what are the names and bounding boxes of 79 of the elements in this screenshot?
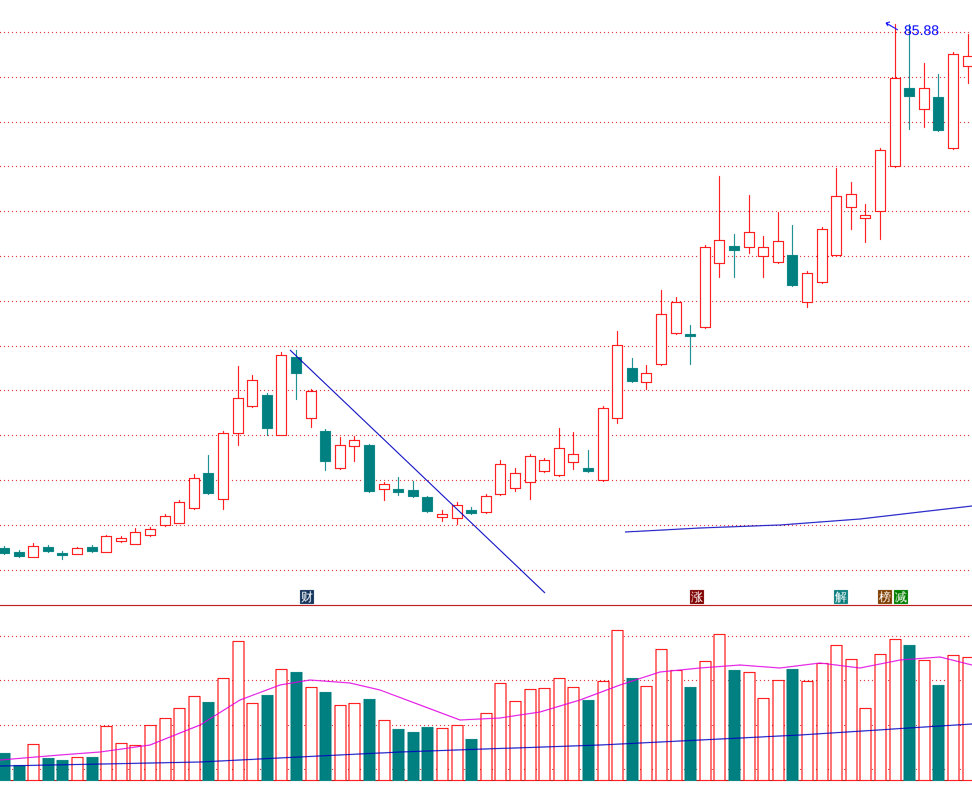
volume-bar	[0, 753, 10, 781]
candlestick	[641, 364, 652, 390]
volume-bar	[436, 728, 448, 781]
candlestick	[671, 296, 682, 336]
volume-bar	[466, 739, 478, 781]
volume-bar	[160, 718, 172, 781]
candlestick	[72, 546, 83, 556]
candlestick	[130, 528, 141, 546]
candlestick	[627, 358, 638, 384]
volume-bar	[452, 725, 464, 781]
volume-bar	[378, 720, 390, 781]
candlestick	[364, 444, 375, 494]
volume-bar	[100, 726, 112, 781]
candlestick	[87, 544, 98, 554]
candlestick	[203, 454, 214, 496]
candlestick	[160, 514, 171, 528]
volume-bar	[422, 727, 434, 781]
candlestick	[0, 546, 10, 556]
candlestick	[349, 436, 360, 462]
event-marker[interactable]: 减	[894, 590, 908, 604]
volume-bar	[28, 744, 40, 781]
volume-bar	[72, 757, 84, 781]
candlestick	[466, 506, 477, 516]
volume-bar	[14, 765, 26, 781]
candlestick	[510, 468, 521, 492]
event-marker[interactable]: 解	[834, 590, 848, 604]
candlestick	[729, 234, 740, 278]
candlestick	[437, 510, 448, 522]
candlestick	[306, 388, 317, 428]
candlestick	[495, 460, 506, 496]
candlestick	[554, 428, 565, 478]
candlestick	[14, 550, 25, 558]
candlestick	[860, 204, 871, 244]
candlestick	[817, 226, 828, 284]
candlestick	[43, 544, 54, 554]
candlestick	[583, 450, 594, 474]
candlestick	[335, 436, 346, 470]
volume-bar	[86, 757, 98, 781]
candlestick	[28, 542, 39, 558]
candlestick	[568, 432, 579, 470]
volume-bar	[42, 758, 54, 781]
event-marker[interactable]: 财	[300, 590, 314, 604]
candlestick	[320, 428, 331, 472]
candlestick	[744, 194, 755, 254]
candlestick	[174, 500, 185, 524]
candlestick	[773, 212, 784, 264]
candlestick	[189, 474, 200, 510]
candlestick	[291, 350, 302, 400]
candlestick	[525, 454, 536, 500]
candlestick	[919, 62, 930, 128]
volume-bar	[130, 745, 142, 781]
candlestick	[422, 496, 433, 514]
candlestick	[145, 526, 156, 538]
candlestick	[481, 494, 492, 514]
pointer-arrow-icon	[886, 22, 898, 30]
candlestick	[116, 536, 127, 544]
volume-bar	[392, 729, 404, 781]
candlestick	[101, 534, 112, 554]
candlestick	[787, 224, 798, 288]
candlestick	[933, 74, 944, 132]
candlestick	[758, 236, 769, 278]
event-marker[interactable]: 榜	[878, 590, 892, 604]
volume-bar	[56, 760, 68, 781]
candlestick	[247, 374, 258, 408]
candlestick	[262, 392, 273, 436]
volume-bar	[144, 725, 156, 781]
candlestick	[408, 480, 419, 498]
candlestick	[452, 502, 463, 526]
candlestick	[539, 458, 550, 474]
candlestick	[846, 182, 857, 230]
volume-bar	[116, 743, 128, 781]
volume-bar	[408, 732, 420, 781]
event-marker[interactable]: 涨	[690, 590, 704, 604]
volume-bar	[480, 713, 492, 781]
candlestick	[393, 476, 404, 496]
candlestick	[57, 550, 68, 560]
candlestick	[685, 324, 696, 366]
candlestick	[379, 482, 390, 502]
candlestick	[802, 270, 813, 308]
